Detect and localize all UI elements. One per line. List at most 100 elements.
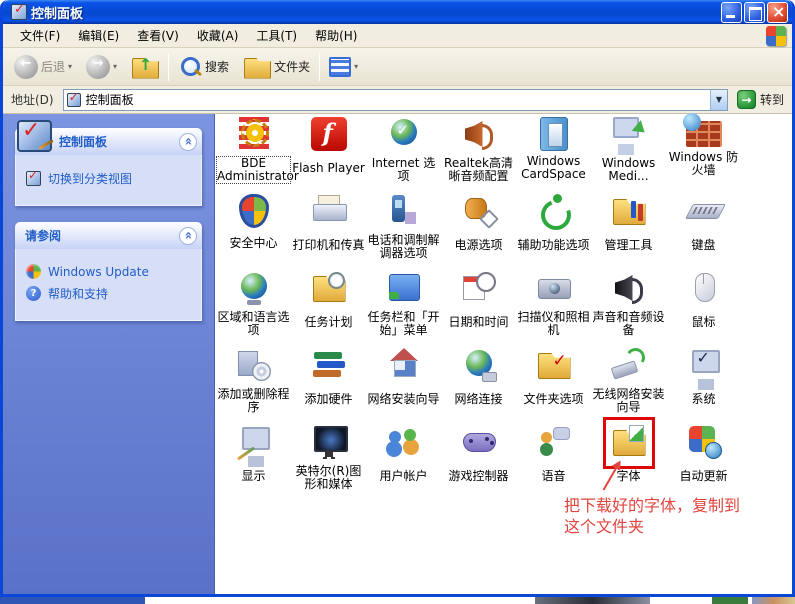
control-panel-item-internet-options[interactable]: Internet 选项 xyxy=(366,116,441,193)
maximize-button[interactable] xyxy=(744,2,765,23)
go-button[interactable]: → 转到 xyxy=(733,90,788,109)
forward-dropdown-icon[interactable]: ▾ xyxy=(113,62,117,71)
control-panel-item-power-options[interactable]: 电源选项 xyxy=(441,193,516,270)
menu-item-4[interactable]: 工具(T) xyxy=(247,24,306,47)
desktop-sliver xyxy=(0,597,795,604)
control-panel-item-date-and-time[interactable]: 日期和时间 xyxy=(441,270,516,347)
go-label: 转到 xyxy=(760,91,784,108)
icon-wrap xyxy=(236,348,272,384)
wireless-network-setup-wizard-icon xyxy=(611,348,647,382)
control-panel-item-network-connections[interactable]: 网络连接 xyxy=(441,347,516,424)
control-panel-item-windows-cardspace[interactable]: Windows CardSpace xyxy=(516,116,591,193)
control-panel-item-keyboard[interactable]: 键盘 xyxy=(666,193,741,270)
control-panel-item-folder-options[interactable]: 文件夹选项 xyxy=(516,347,591,424)
menu-item-2[interactable]: 查看(V) xyxy=(128,24,188,47)
icon-wrap xyxy=(236,117,272,153)
control-panel-item-game-controllers[interactable]: 游戏控制器 xyxy=(441,424,516,501)
icon-wrap xyxy=(311,117,347,153)
sidebar-item-windows-update[interactable]: Windows Update xyxy=(26,264,193,279)
control-panel-item-phone-and-modem[interactable]: 电话和调制解调器选项 xyxy=(366,193,441,270)
icon-label: 游戏控制器 xyxy=(448,470,508,483)
control-panel-item-add-hardware[interactable]: 添加硬件 xyxy=(291,347,366,424)
control-panel-item-speech[interactable]: 语音 xyxy=(516,424,591,501)
toolbar: 后退 ▾ ▾ 搜索 文件夹 ▾ xyxy=(3,48,792,86)
network-setup-wizard-icon xyxy=(386,348,422,382)
views-dropdown-icon[interactable]: ▾ xyxy=(354,62,358,71)
annotation-text: 把下载好的字体，复制到 这个文件夹 xyxy=(564,495,740,537)
forward-button[interactable]: ▾ xyxy=(81,55,122,79)
control-panel-item-security-center[interactable]: 安全中心 xyxy=(216,193,291,270)
icon-wrap xyxy=(461,271,497,307)
menu-item-5[interactable]: 帮助(H) xyxy=(306,24,366,47)
up-button[interactable] xyxy=(126,54,164,80)
scanners-cameras-icon xyxy=(536,271,572,305)
sidebar-item-help-support[interactable]: ?帮助和支持 xyxy=(26,285,193,302)
go-arrow-icon: → xyxy=(737,90,756,109)
menu-item-3[interactable]: 收藏(A) xyxy=(188,24,248,47)
control-panel-item-scheduled-tasks[interactable]: 任务计划 xyxy=(291,270,366,347)
address-dropdown-icon[interactable]: ▼ xyxy=(710,90,727,110)
control-panel-item-user-accounts[interactable]: 用户帐户 xyxy=(366,424,441,501)
back-button[interactable]: 后退 ▾ xyxy=(9,55,77,79)
icon-label: 网络安装向导 xyxy=(367,393,439,406)
system-icon xyxy=(686,348,722,382)
address-label: 地址(D) xyxy=(7,91,58,108)
close-button[interactable] xyxy=(767,2,788,23)
control-panel-item-mouse[interactable]: 鼠标 xyxy=(666,270,741,347)
control-panel-item-administrative-tools[interactable]: 管理工具 xyxy=(591,193,666,270)
folders-button[interactable]: 文件夹 xyxy=(238,54,315,80)
icon-wrap xyxy=(536,348,572,384)
control-panel-item-flash-player[interactable]: Flash Player xyxy=(291,116,366,193)
folders-label: 文件夹 xyxy=(274,58,310,75)
annotation-line2: 这个文件夹 xyxy=(564,516,740,537)
forward-icon xyxy=(86,55,110,79)
help-icon: ? xyxy=(26,286,41,301)
control-panel-item-printers-and-faxes[interactable]: 打印机和传真 xyxy=(291,193,366,270)
up-folder-icon xyxy=(131,54,159,80)
menu-item-0[interactable]: 文件(F) xyxy=(11,24,69,47)
control-panel-item-sounds-audio-devices[interactable]: 声音和音频设备 xyxy=(591,270,666,347)
panel-control-panel-header[interactable]: 控制面板 xyxy=(15,128,202,155)
control-panel-item-regional-language-options[interactable]: 区域和语言选项 xyxy=(216,270,291,347)
icon-label: 文件夹选项 xyxy=(523,393,583,406)
sidebar-item-label: Windows Update xyxy=(48,265,149,279)
control-panel-item-add-remove-programs[interactable]: 添加或删除程序 xyxy=(216,347,291,424)
icon-wrap xyxy=(611,117,647,153)
icon-wrap xyxy=(611,271,647,307)
icon-wrap xyxy=(311,271,347,307)
control-panel-item-windows-media[interactable]: Windows Medi... xyxy=(591,116,666,193)
icon-wrap xyxy=(461,425,497,461)
search-button[interactable]: 搜索 xyxy=(173,55,234,79)
control-panel-item-windows-firewall[interactable]: Windows 防火墙 xyxy=(666,116,741,193)
sidebar-item-switch-category-view[interactable]: 切换到分类视图 xyxy=(26,170,193,187)
collapse-chevron-icon[interactable] xyxy=(179,133,197,151)
title-bar[interactable]: 控制面板 xyxy=(3,0,792,24)
control-panel-item-wireless-network-setup-wizard[interactable]: 无线网络安装向导 xyxy=(591,347,666,424)
menu-item-1[interactable]: 编辑(E) xyxy=(69,24,128,47)
control-panel-item-system[interactable]: 系统 xyxy=(666,347,741,424)
control-panel-item-automatic-updates[interactable]: 自动更新 xyxy=(666,424,741,501)
icon-wrap xyxy=(386,271,422,307)
control-panel-item-intel-graphics-media[interactable]: 英特尔(R)图形和媒体 xyxy=(291,424,366,501)
control-panel-item-scanners-cameras[interactable]: 扫描仪和照相机 xyxy=(516,270,591,347)
icon-label: Windows CardSpace xyxy=(517,155,590,181)
windows-cardspace-icon xyxy=(540,117,568,151)
control-panel-item-accessibility-options[interactable]: 辅助功能选项 xyxy=(516,193,591,270)
collapse-chevron-icon[interactable] xyxy=(179,227,197,245)
address-input[interactable]: 控制面板 ▼ xyxy=(63,89,728,111)
control-panel-item-realtek-hd-audio[interactable]: Realtek高清晰音频配置 xyxy=(441,116,516,193)
control-panel-item-bde-administrator[interactable]: BDE Administrator xyxy=(216,116,291,193)
control-panel-icon xyxy=(67,93,81,107)
control-panel-item-display[interactable]: 显示 xyxy=(216,424,291,501)
folder-options-icon xyxy=(536,348,572,382)
control-panel-item-taskbar-start-menu[interactable]: 任务栏和「开始」菜单 xyxy=(366,270,441,347)
panel-see-also-header[interactable]: 请参阅 xyxy=(15,222,202,249)
control-panel-item-network-setup-wizard[interactable]: 网络安装向导 xyxy=(366,347,441,424)
speech-icon xyxy=(536,425,572,459)
icon-wrap xyxy=(686,425,722,461)
icon-wrap xyxy=(236,194,272,228)
minimize-button[interactable] xyxy=(721,2,742,23)
back-dropdown-icon[interactable]: ▾ xyxy=(68,62,72,71)
views-button[interactable]: ▾ xyxy=(324,57,363,77)
icon-wrap xyxy=(536,425,572,461)
